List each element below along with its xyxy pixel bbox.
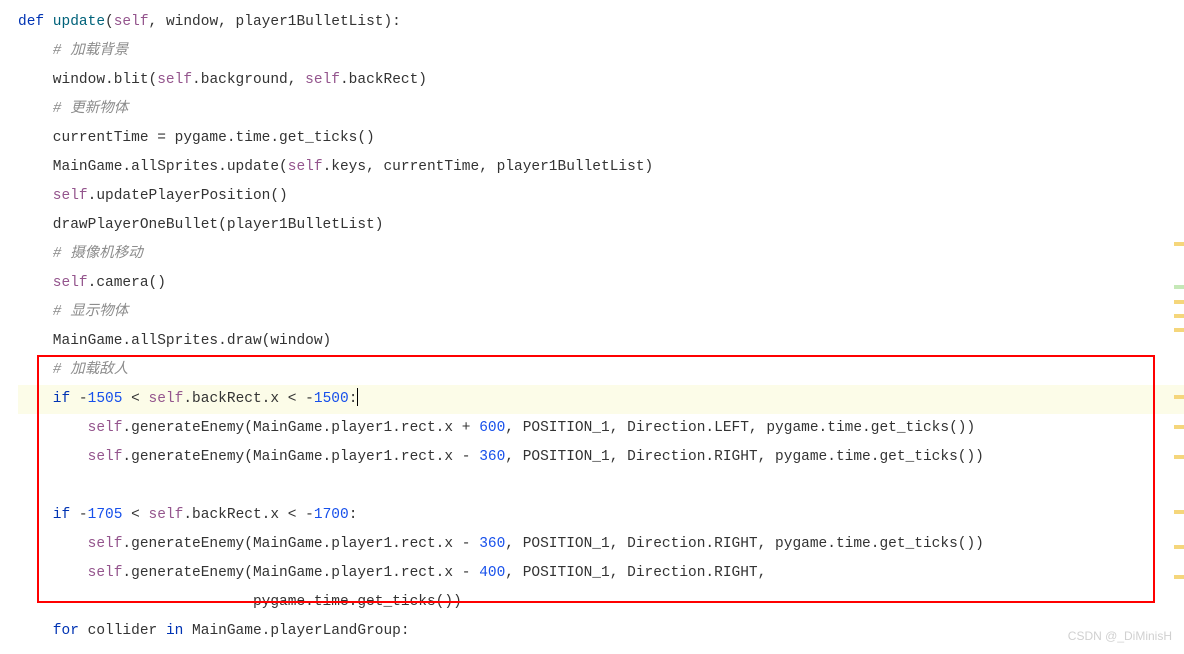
code-line[interactable]: def update(self, window, player1BulletLi…: [18, 8, 1184, 37]
gutter-mark-warning[interactable]: [1174, 314, 1184, 318]
number-literal: 1500: [314, 391, 349, 407]
code-line[interactable]: currentTime = pygame.time.get_ticks(): [18, 124, 1184, 153]
paren: (: [105, 14, 114, 30]
gutter-mark-warning[interactable]: [1174, 545, 1184, 549]
comment: # 加载背景: [18, 43, 128, 59]
number-literal: 1505: [88, 391, 123, 407]
code-text: collider: [79, 623, 166, 639]
gutter-mark-warning[interactable]: [1174, 395, 1184, 399]
keyword-if: if: [18, 391, 70, 407]
comment: # 更新物体: [18, 101, 128, 117]
text-cursor: [357, 388, 358, 406]
code-line[interactable]: if -1705 < self.backRect.x < -1700:: [18, 501, 1184, 530]
params: , window, player1BulletList):: [149, 14, 401, 30]
comment: # 摄像机移动: [18, 246, 143, 262]
code-text: .background,: [192, 72, 305, 88]
keyword-def: def: [18, 14, 44, 30]
code-text: <: [122, 507, 148, 523]
code-text: <: [122, 391, 148, 407]
self-ref: self: [157, 72, 192, 88]
code-line[interactable]: MainGame.allSprites.draw(window): [18, 327, 1184, 356]
watermark-text: CSDN @_DiMinisH: [1068, 624, 1172, 648]
gutter-mark-warning[interactable]: [1174, 575, 1184, 579]
code-text: , POSITION_1, Direction.RIGHT, pygame.ti…: [505, 536, 984, 552]
number-literal: 400: [479, 565, 505, 581]
code-text: MainGame.playerLandGroup:: [183, 623, 409, 639]
code-text: MainGame.allSprites.update(: [18, 159, 288, 175]
gutter-mark-warning[interactable]: [1174, 300, 1184, 304]
gutter-mark-warning[interactable]: [1174, 455, 1184, 459]
gutter-mark-warning[interactable]: [1174, 425, 1184, 429]
keyword-in: in: [166, 623, 183, 639]
code-line[interactable]: MainGame.allSprites.update(self.keys, cu…: [18, 153, 1184, 182]
code-line[interactable]: self.generateEnemy(MainGame.player1.rect…: [18, 530, 1184, 559]
code-text: .keys, currentTime, player1BulletList): [323, 159, 654, 175]
self-ref: self: [305, 72, 340, 88]
self-ref: self: [18, 536, 122, 552]
code-text: :: [349, 507, 358, 523]
code-editor[interactable]: def update(self, window, player1BulletLi…: [0, 8, 1184, 646]
code-text: .updatePlayerPosition(): [88, 188, 288, 204]
code-text: currentTime = pygame.time.get_ticks(): [18, 130, 375, 146]
comment: # 加载敌人: [18, 362, 128, 378]
code-line[interactable]: self.updatePlayerPosition(): [18, 182, 1184, 211]
code-text: , POSITION_1, Direction.LEFT, pygame.tim…: [505, 420, 975, 436]
gutter-marks-column: [1172, 0, 1184, 654]
code-text: .backRect): [340, 72, 427, 88]
code-text: pygame.time.get_ticks()): [18, 594, 462, 610]
code-text: .backRect.x < -: [183, 507, 314, 523]
code-text: , POSITION_1, Direction.RIGHT,: [505, 565, 766, 581]
code-line[interactable]: self.camera(): [18, 269, 1184, 298]
code-line[interactable]: # 更新物体: [18, 95, 1184, 124]
code-text: .generateEnemy(MainGame.player1.rect.x -: [122, 536, 479, 552]
number-literal: 1705: [88, 507, 123, 523]
function-name: update: [44, 14, 105, 30]
code-line[interactable]: # 显示物体: [18, 298, 1184, 327]
keyword-if: if: [18, 507, 70, 523]
number-literal: 600: [479, 420, 505, 436]
code-line[interactable]: # 加载敌人: [18, 356, 1184, 385]
code-text: -: [70, 391, 87, 407]
code-line[interactable]: pygame.time.get_ticks()): [18, 588, 1184, 617]
code-text: .generateEnemy(MainGame.player1.rect.x -: [122, 565, 479, 581]
self-param: self: [114, 14, 149, 30]
code-line[interactable]: # 加载背景: [18, 37, 1184, 66]
code-text: -: [70, 507, 87, 523]
self-ref: self: [288, 159, 323, 175]
gutter-mark-warning[interactable]: [1174, 510, 1184, 514]
code-text: MainGame.allSprites.draw(window): [18, 333, 331, 349]
code-text: .camera(): [88, 275, 166, 291]
code-text: :: [349, 391, 358, 407]
code-line[interactable]: for collider in MainGame.playerLandGroup…: [18, 617, 1184, 646]
self-ref: self: [18, 188, 88, 204]
number-literal: 1700: [314, 507, 349, 523]
code-text: window.blit(: [18, 72, 157, 88]
self-ref: self: [149, 391, 184, 407]
keyword-for: for: [18, 623, 79, 639]
code-line[interactable]: self.generateEnemy(MainGame.player1.rect…: [18, 559, 1184, 588]
code-text: , POSITION_1, Direction.RIGHT, pygame.ti…: [505, 449, 984, 465]
code-line[interactable]: self.generateEnemy(MainGame.player1.rect…: [18, 414, 1184, 443]
code-line-highlighted[interactable]: if -1505 < self.backRect.x < -1500:: [18, 385, 1184, 414]
code-line[interactable]: drawPlayerOneBullet(player1BulletList): [18, 211, 1184, 240]
gutter-mark-warning[interactable]: [1174, 328, 1184, 332]
comment: # 显示物体: [18, 304, 128, 320]
gutter-mark-ok[interactable]: [1174, 285, 1184, 289]
code-line[interactable]: self.generateEnemy(MainGame.player1.rect…: [18, 443, 1184, 472]
code-line[interactable]: # 摄像机移动: [18, 240, 1184, 269]
self-ref: self: [149, 507, 184, 523]
code-text: .backRect.x < -: [183, 391, 314, 407]
code-line[interactable]: [18, 472, 1184, 501]
code-line[interactable]: window.blit(self.background, self.backRe…: [18, 66, 1184, 95]
code-text: drawPlayerOneBullet(player1BulletList): [18, 217, 383, 233]
self-ref: self: [18, 420, 122, 436]
self-ref: self: [18, 449, 122, 465]
gutter-mark-warning[interactable]: [1174, 242, 1184, 246]
self-ref: self: [18, 275, 88, 291]
code-text: .generateEnemy(MainGame.player1.rect.x -: [122, 449, 479, 465]
number-literal: 360: [479, 536, 505, 552]
code-text: .generateEnemy(MainGame.player1.rect.x +: [122, 420, 479, 436]
number-literal: 360: [479, 449, 505, 465]
self-ref: self: [18, 565, 122, 581]
